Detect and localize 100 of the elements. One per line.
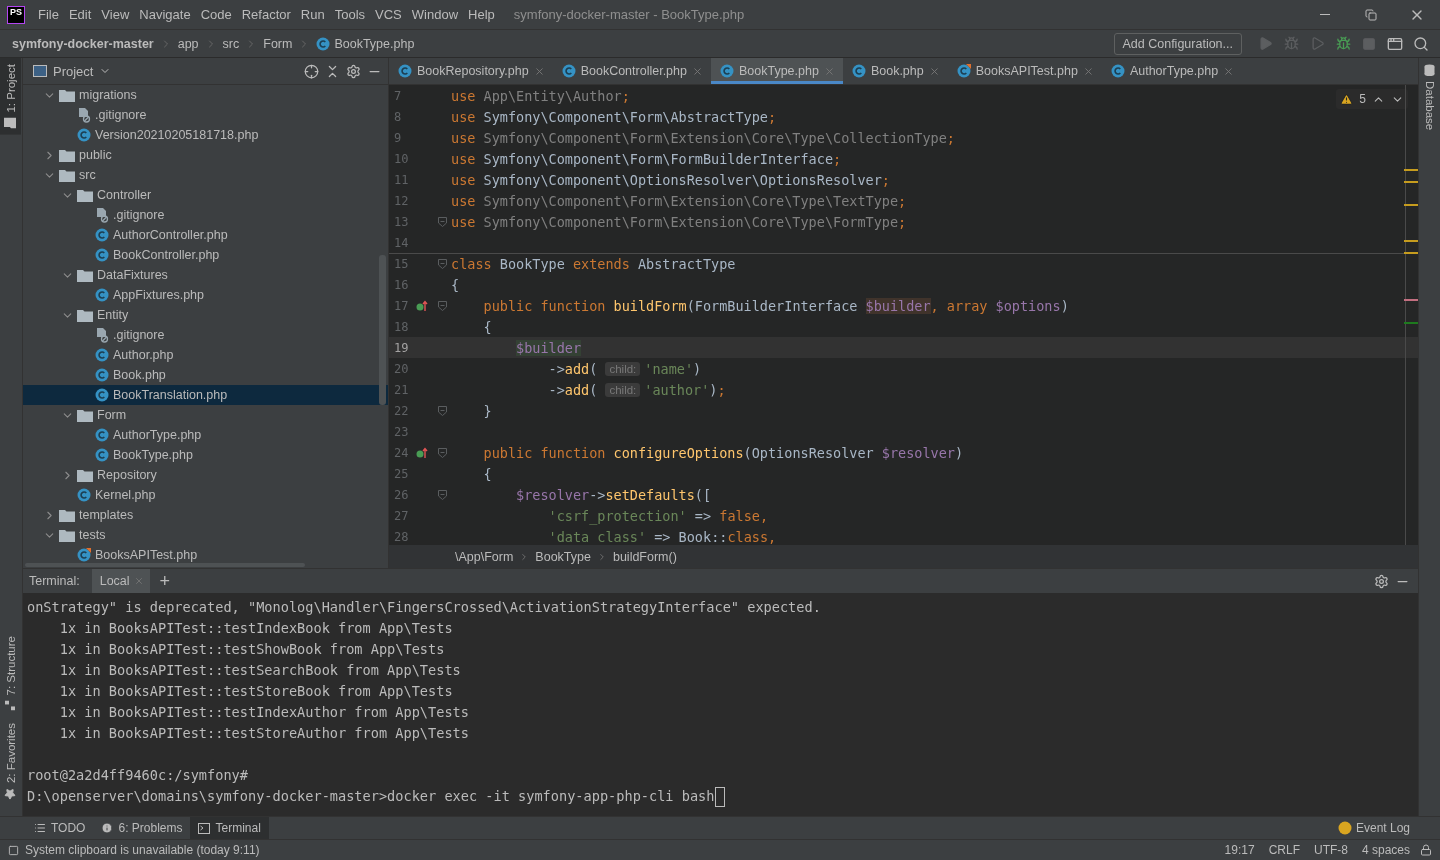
window-icon[interactable]	[1387, 35, 1403, 52]
tool-window-tab[interactable]: Terminal	[190, 817, 269, 839]
tool-window-button[interactable]: Database	[1419, 58, 1440, 137]
project-view-selector[interactable]: Project	[33, 63, 112, 79]
tree-item[interactable]: migrations	[23, 85, 388, 105]
tool-window-tab[interactable]: 6: Problems	[93, 817, 191, 839]
breadcrumb-item[interactable]: symfony-docker-master	[12, 36, 154, 51]
php-class-icon	[77, 488, 91, 502]
tree-item[interactable]: src	[23, 165, 388, 185]
menu-item[interactable]: Code	[195, 7, 237, 22]
menu-item[interactable]: Edit	[63, 7, 97, 22]
close-icon[interactable]	[691, 65, 703, 77]
tree-item[interactable]: AppFixtures.php	[23, 285, 388, 305]
tool-window-button[interactable]: 7: Structure	[0, 630, 21, 717]
warning-count[interactable]: 5	[1359, 92, 1366, 106]
tree-item[interactable]: .gitignore	[23, 325, 388, 345]
close-icon[interactable]	[823, 65, 835, 77]
lock-icon[interactable]	[1420, 844, 1432, 856]
breadcrumb-item[interactable]: BookType	[535, 549, 591, 564]
tool-window-button[interactable]: 2: Favorites	[0, 716, 21, 806]
breadcrumb-item[interactable]: app	[177, 36, 199, 51]
tree-item[interactable]: Version20210205181718.php	[23, 125, 388, 145]
editor-tab[interactable]: BookType.php	[710, 58, 843, 84]
tree-item[interactable]: BookTranslation.php	[23, 385, 388, 405]
fold-icon[interactable]	[438, 490, 447, 500]
menu-item[interactable]: Window	[406, 7, 464, 22]
event-log-button[interactable]: Event Log	[1331, 820, 1416, 836]
tree-item[interactable]: BookController.php	[23, 245, 388, 265]
breadcrumb-item[interactable]: Form	[263, 36, 293, 51]
run-icon[interactable]	[1257, 36, 1273, 51]
close-icon[interactable]	[1082, 65, 1094, 77]
breadcrumb-item[interactable]: \App\Form	[455, 549, 514, 564]
tree-item[interactable]: DataFixtures	[23, 265, 388, 285]
warning-icon[interactable]	[1340, 92, 1354, 106]
tree-item[interactable]: Repository	[23, 465, 388, 485]
tree-item[interactable]: AuthorType.php	[23, 425, 388, 445]
editor-tab[interactable]: AuthorType.php	[1101, 58, 1243, 84]
close-icon[interactable]	[1223, 65, 1235, 77]
menu-item[interactable]: View	[96, 7, 135, 22]
status-item[interactable]: CRLF	[1264, 843, 1304, 857]
editor-tab[interactable]: Book.php	[842, 58, 948, 84]
add-configuration-button[interactable]: Add Configuration...	[1113, 32, 1242, 55]
tree-item[interactable]: Controller	[23, 185, 388, 205]
menu-item[interactable]: Help	[463, 7, 500, 22]
terminal-line: 1x in BooksAPITest::testStoreAuthor from App\Tests	[58, 724, 469, 743]
tree-item[interactable]: .gitignore	[23, 205, 388, 225]
close-icon[interactable]	[928, 65, 940, 77]
menu-item[interactable]: Tools	[329, 7, 371, 22]
tree-item[interactable]: Author.php	[23, 345, 388, 365]
menu-item[interactable]: Refactor	[236, 7, 296, 22]
session-tab[interactable]: Local	[91, 569, 150, 593]
override-marker-icon[interactable]	[416, 447, 428, 459]
fold-icon[interactable]	[438, 448, 447, 458]
stop-icon[interactable]	[1362, 36, 1376, 51]
debug-icon[interactable]	[1283, 36, 1299, 51]
scrollbar[interactable]	[379, 255, 386, 405]
tree-item[interactable]: AuthorController.php	[23, 225, 388, 245]
tool-window-tab[interactable]: TODO	[26, 817, 94, 839]
menu-item[interactable]: Run	[295, 7, 330, 22]
tool-window-button[interactable]: 1: Project	[0, 58, 21, 135]
editor-tab[interactable]: BookController.php	[552, 58, 711, 84]
line-number: 25	[393, 467, 410, 481]
bug-icon[interactable]	[1335, 36, 1351, 51]
editor-tab[interactable]: BooksAPITest.php	[947, 58, 1102, 84]
tree-item[interactable]: BookType.php	[23, 445, 388, 465]
tree-item[interactable]: templates	[23, 505, 388, 525]
new-tab-button[interactable]: +	[155, 572, 175, 590]
fold-icon[interactable]	[438, 217, 447, 227]
status-icon[interactable]	[8, 844, 19, 856]
code-line: use App\Entity\Author;	[451, 88, 630, 104]
tree-item[interactable]: public	[23, 145, 388, 165]
menu-item[interactable]: Navigate	[134, 7, 196, 22]
code-line: use Symfony\Component\Form\Extension\Core\Type\CollectionType;	[451, 130, 955, 146]
menu-item[interactable]: File	[33, 7, 64, 22]
folder-icon	[59, 168, 75, 182]
breadcrumb-item[interactable]: BookType.php	[316, 36, 415, 51]
tree-item[interactable]: Kernel.php	[23, 485, 388, 505]
status-item[interactable]: 4 spaces	[1357, 843, 1414, 857]
search-icon[interactable]	[1413, 35, 1429, 52]
status-item[interactable]: UTF-8	[1309, 843, 1352, 857]
status-item[interactable]: 19:17	[1220, 843, 1259, 857]
breadcrumb-item[interactable]: buildForm()	[612, 549, 677, 564]
tree-item[interactable]: Book.php	[23, 365, 388, 385]
fold-icon[interactable]	[438, 301, 447, 311]
locate-icon[interactable]	[304, 63, 319, 79]
tree-item[interactable]: BooksAPITest.php	[23, 545, 388, 563]
close-icon[interactable]	[533, 65, 545, 77]
tree-item[interactable]: tests	[23, 525, 388, 545]
tree-item[interactable]: Form	[23, 405, 388, 425]
breadcrumb-item[interactable]: src	[222, 36, 240, 51]
fold-icon[interactable]	[438, 259, 447, 269]
editor-tab[interactable]: BookRepository.php	[389, 58, 553, 84]
fold-icon[interactable]	[438, 406, 447, 416]
settings-icon[interactable]	[346, 63, 361, 79]
tree-item[interactable]: Entity	[23, 305, 388, 325]
close-icon[interactable]	[133, 576, 144, 586]
tree-item[interactable]: .gitignore	[23, 105, 388, 125]
menu-item[interactable]: VCS	[370, 7, 407, 22]
settings-icon[interactable]	[1374, 573, 1389, 589]
override-marker-icon[interactable]	[416, 300, 428, 312]
